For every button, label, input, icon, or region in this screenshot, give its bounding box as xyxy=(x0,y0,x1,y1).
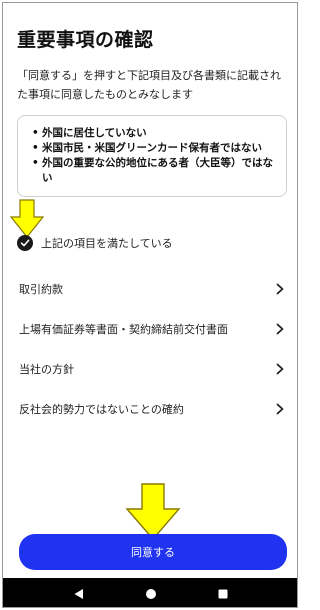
app-screen: 重要事項の確認 「同意する」を押すと下記項目及び各書類に記載された事項に同意した… xyxy=(2,2,298,608)
back-triangle-icon[interactable] xyxy=(67,582,91,606)
check-circle-icon[interactable] xyxy=(17,235,33,251)
conditions-list: 外国に居住していない 米国市民・米国グリーンカード保有者ではない 外国の重要な公… xyxy=(32,126,276,186)
chevron-right-icon xyxy=(276,363,284,375)
recents-square-icon[interactable] xyxy=(211,582,235,606)
chevron-right-icon xyxy=(276,323,284,335)
condition-item: 米国市民・米国グリーンカード保有者ではない xyxy=(32,141,276,156)
agree-button[interactable]: 同意する xyxy=(19,534,287,570)
page-title: 重要事項の確認 xyxy=(17,29,154,51)
confirmation-label: 上記の項目を満たしている xyxy=(41,237,173,250)
menu-item-policy[interactable]: 当社の方針 xyxy=(3,349,297,389)
chevron-right-icon xyxy=(276,403,284,415)
menu-item-label: 反社会的勢力ではないことの確約 xyxy=(19,403,184,416)
home-circle-icon[interactable] xyxy=(139,582,163,606)
menu-item-label: 上場有価証券等書面・契約締結前交付書面 xyxy=(19,323,228,336)
menu-item-label: 取引約款 xyxy=(19,283,63,296)
annotation-arrow-icon xyxy=(9,199,45,238)
menu-item-label: 当社の方針 xyxy=(19,363,74,376)
condition-item: 外国の重要な公的地位にある者（大臣等）ではない xyxy=(32,156,276,186)
menu-item-documents[interactable]: 上場有価証券等書面・契約締結前交付書面 xyxy=(3,309,297,349)
document-menu: 取引約款 上場有価証券等書面・契約締結前交付書面 当社の方針 反社会的勢力ではな… xyxy=(3,269,297,429)
intro-text: 「同意する」を押すと下記項目及び各書類に記載された事項に同意したものとみなします xyxy=(17,69,281,101)
chevron-right-icon xyxy=(276,283,284,295)
condition-item: 外国に居住していない xyxy=(32,126,276,141)
menu-item-terms[interactable]: 取引約款 xyxy=(3,269,297,309)
confirmation-checkbox[interactable]: 上記の項目を満たしている xyxy=(17,235,173,251)
android-nav-bar xyxy=(3,578,297,607)
menu-item-anti-social-pledge[interactable]: 反社会的勢力ではないことの確約 xyxy=(3,389,297,429)
annotation-arrow-icon xyxy=(125,483,181,541)
conditions-box: 外国に居住していない 米国市民・米国グリーンカード保有者ではない 外国の重要な公… xyxy=(17,115,287,197)
